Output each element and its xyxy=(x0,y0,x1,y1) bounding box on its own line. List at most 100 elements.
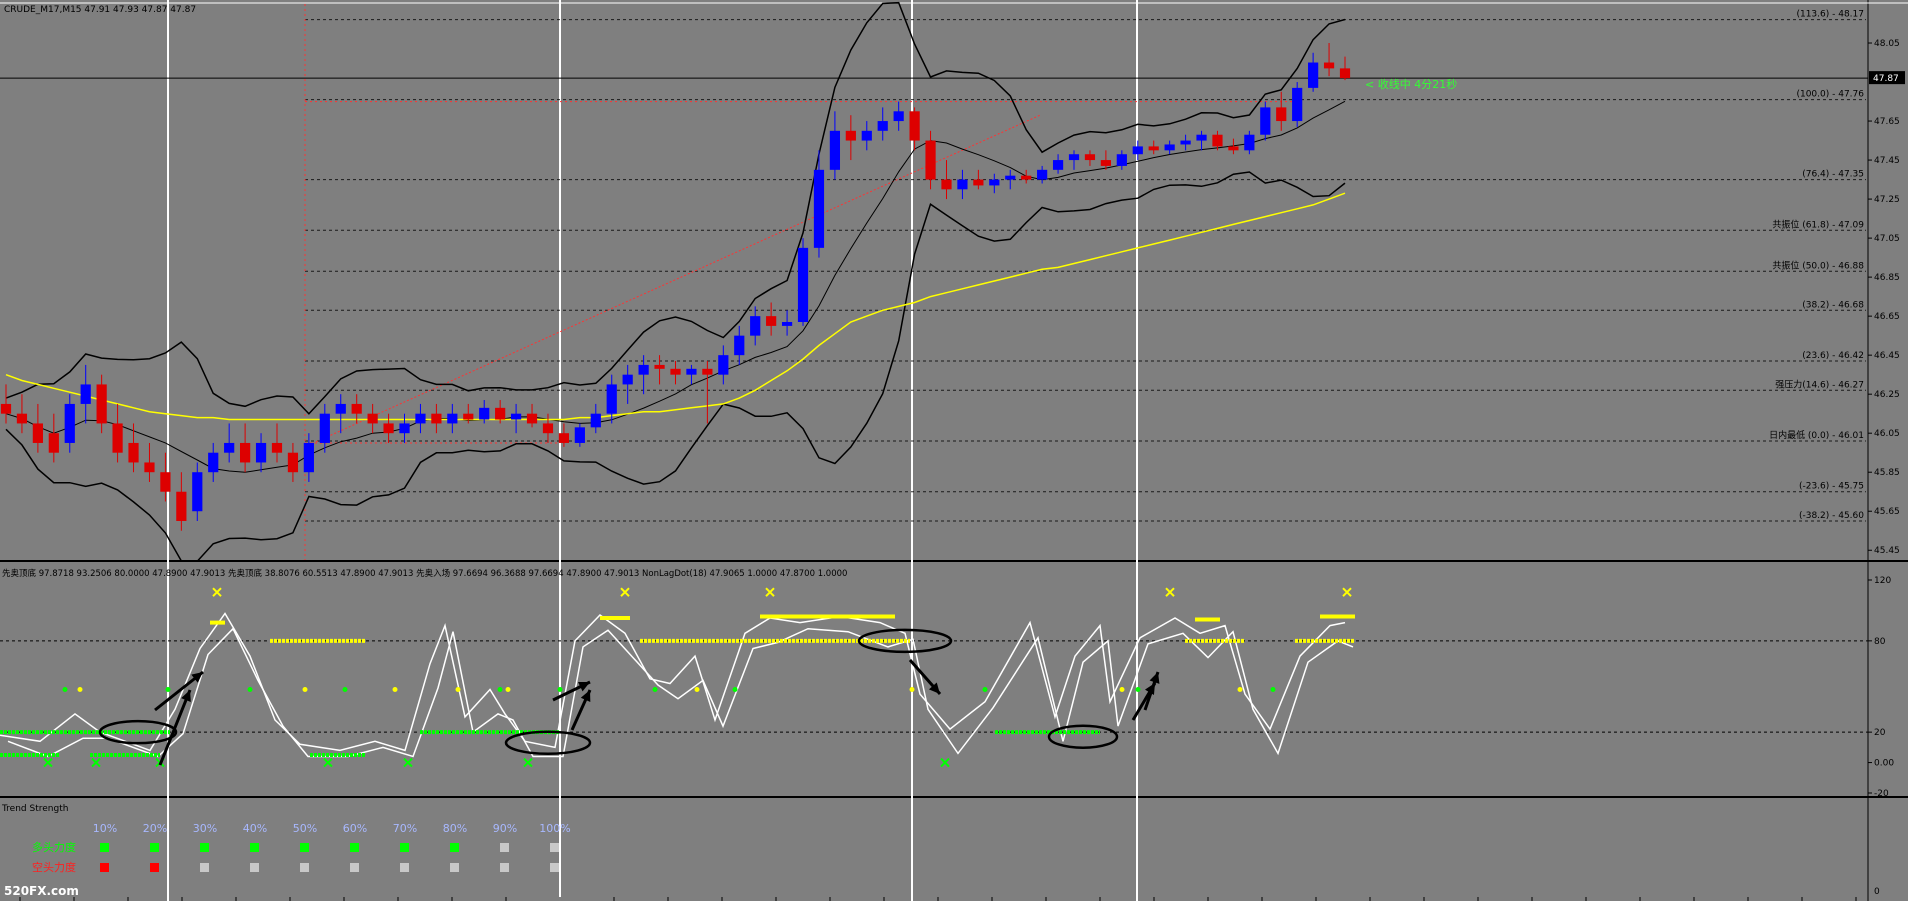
candle-body[interactable] xyxy=(1052,160,1064,170)
candle-body[interactable] xyxy=(48,433,59,453)
candle-body[interactable] xyxy=(144,462,155,473)
candle-body[interactable] xyxy=(829,130,841,170)
candle-body[interactable] xyxy=(797,247,809,322)
candle-body[interactable] xyxy=(192,472,203,512)
candle-body[interactable] xyxy=(303,442,314,473)
candle-body[interactable] xyxy=(893,111,904,122)
candle-body[interactable] xyxy=(638,364,649,375)
candle-body[interactable] xyxy=(1308,62,1319,88)
candle-body[interactable] xyxy=(957,179,968,190)
candle-body[interactable] xyxy=(606,384,617,414)
bollinger-middle xyxy=(5,100,1346,473)
fib-level-label: 强压力(14.6) - 46.27 xyxy=(1775,378,1864,390)
candle-body[interactable] xyxy=(1212,134,1223,147)
price-axis-label: 47.25 xyxy=(1874,195,1900,205)
oscillator-main-line xyxy=(0,612,1346,752)
candle-body[interactable] xyxy=(463,413,474,420)
candle-body[interactable] xyxy=(845,130,856,141)
candle-body[interactable] xyxy=(255,442,267,463)
candle-body[interactable] xyxy=(558,433,570,443)
candle-body[interactable] xyxy=(319,413,330,443)
candle-body[interactable] xyxy=(781,321,793,326)
candle-body[interactable] xyxy=(240,442,251,463)
candle-body[interactable] xyxy=(750,316,761,336)
candle-body[interactable] xyxy=(1260,107,1271,135)
candle-body[interactable] xyxy=(510,413,522,420)
candle-body[interactable] xyxy=(989,179,1000,186)
candle-body[interactable] xyxy=(1100,160,1111,166)
bull-strength-cell xyxy=(150,843,159,852)
candle-body[interactable] xyxy=(622,374,633,385)
candle-body[interactable] xyxy=(160,472,171,492)
candle-body[interactable] xyxy=(1037,169,1048,180)
bear-strength-cell xyxy=(350,863,359,872)
candle-body[interactable] xyxy=(415,413,426,424)
candle-body[interactable] xyxy=(383,423,394,434)
bear-strength-cell xyxy=(450,863,459,872)
candle-body[interactable] xyxy=(1005,175,1016,180)
candle-body[interactable] xyxy=(861,130,872,141)
candle-body[interactable] xyxy=(64,403,75,443)
oscillator-axis-label: 0.00 xyxy=(1874,759,1894,769)
candle-body[interactable] xyxy=(766,316,777,326)
candle-body[interactable] xyxy=(287,452,299,473)
candle-body[interactable] xyxy=(447,413,458,424)
candle-body[interactable] xyxy=(96,384,107,424)
candle-body[interactable] xyxy=(1068,154,1080,161)
price-axis-label: 46.65 xyxy=(1874,312,1900,322)
candle-body[interactable] xyxy=(0,403,12,414)
candle-body[interactable] xyxy=(1180,140,1191,145)
candle-body[interactable] xyxy=(702,368,713,375)
candle-body[interactable] xyxy=(1323,62,1335,69)
candle-body[interactable] xyxy=(941,179,952,190)
candle-body[interactable] xyxy=(495,407,506,420)
candle-body[interactable] xyxy=(1084,154,1096,161)
candle-body[interactable] xyxy=(925,140,936,180)
candle-body[interactable] xyxy=(1228,146,1239,151)
candle-body[interactable] xyxy=(670,368,681,375)
candle-body[interactable] xyxy=(367,413,378,424)
candle-body[interactable] xyxy=(877,121,888,131)
price-axis-label: 46.05 xyxy=(1874,429,1900,439)
candle-body[interactable] xyxy=(973,179,984,186)
candle-body[interactable] xyxy=(80,384,91,404)
candle-body[interactable] xyxy=(1116,154,1127,166)
candle-body[interactable] xyxy=(176,491,187,521)
candle-body[interactable] xyxy=(542,423,554,434)
candle-body[interactable] xyxy=(813,169,825,248)
candle-body[interactable] xyxy=(734,335,745,356)
fib-level-label: (38.2) - 46.68 xyxy=(1802,300,1864,310)
candle-body[interactable] xyxy=(271,442,283,453)
candle-body[interactable] xyxy=(1148,146,1159,151)
candle-body[interactable] xyxy=(128,442,139,463)
candle-body[interactable] xyxy=(479,407,490,420)
candle-body[interactable] xyxy=(224,442,235,453)
candle-body[interactable] xyxy=(32,423,43,443)
candle-body[interactable] xyxy=(1021,175,1032,180)
signal-dot xyxy=(909,687,915,693)
candle-body[interactable] xyxy=(112,423,123,453)
candle-body[interactable] xyxy=(718,355,729,375)
candle-body[interactable] xyxy=(909,111,920,141)
candle-body[interactable] xyxy=(1292,87,1303,122)
candle-body[interactable] xyxy=(654,364,665,369)
candle-body[interactable] xyxy=(208,452,219,473)
candle-body[interactable] xyxy=(1244,134,1255,151)
highlight-ellipse xyxy=(1047,724,1119,749)
candle-body[interactable] xyxy=(351,403,362,414)
candle-body[interactable] xyxy=(431,413,442,424)
candle-body[interactable] xyxy=(399,423,410,434)
candle-body[interactable] xyxy=(1132,146,1143,155)
oscillator-axis-label: 120 xyxy=(1874,576,1891,586)
candle-body[interactable] xyxy=(16,413,28,424)
candle-body[interactable] xyxy=(1339,68,1351,79)
candle-body[interactable] xyxy=(335,403,346,414)
candle-body[interactable] xyxy=(526,413,538,424)
candle-body[interactable] xyxy=(1276,107,1287,122)
candle-body[interactable] xyxy=(574,427,585,443)
candle-body[interactable] xyxy=(590,413,601,428)
candle-body[interactable] xyxy=(1196,134,1207,141)
candle-body[interactable] xyxy=(1164,144,1175,151)
candle-body[interactable] xyxy=(686,368,697,375)
price-chart[interactable]: (113.6) - 48.17 (100.0) - 47.76 (76.4) - 4… xyxy=(0,0,1908,901)
